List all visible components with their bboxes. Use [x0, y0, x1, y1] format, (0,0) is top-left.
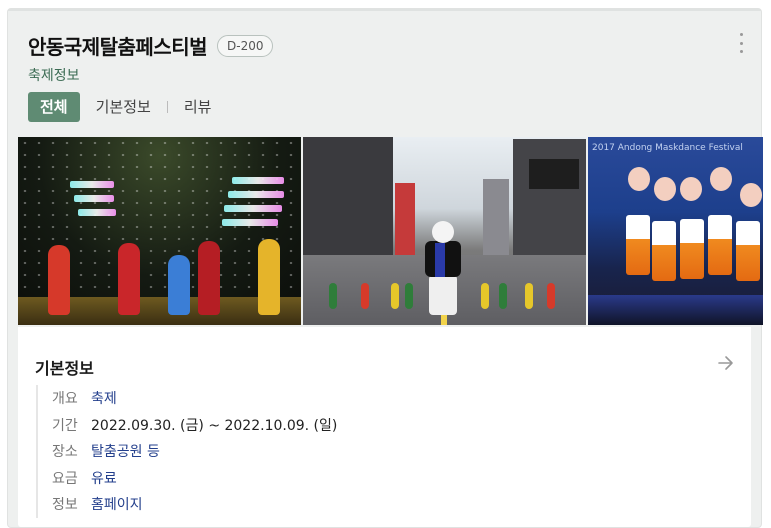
- info-row-period: 기간 2022.09.30. (금) ~ 2022.10.09. (일): [52, 412, 337, 439]
- info-label: 정보: [52, 497, 78, 514]
- photo-banner-text: 2017 Andong Maskdance Festival: [592, 143, 743, 153]
- info-value-overview[interactable]: 축제: [91, 388, 117, 408]
- info-label: 장소: [52, 444, 78, 461]
- basic-info-list: 개요 축제 기간 2022.09.30. (금) ~ 2022.10.09. (…: [36, 385, 337, 518]
- gallery-photo-mask-dancers[interactable]: 2017 Andong Maskdance Festival: [588, 137, 763, 325]
- tab-all[interactable]: 전체: [28, 92, 80, 122]
- photo-gallery: 2017 Andong Maskdance Festival: [18, 137, 763, 325]
- basic-info-title[interactable]: 기본정보: [35, 355, 94, 379]
- basic-info-section: 기본정보 개요 축제 기간 2022.09.30. (금) ~ 2022.10.…: [18, 327, 751, 527]
- info-label: 기간: [52, 417, 78, 434]
- info-row-fee: 요금 유료: [52, 465, 337, 492]
- tab-reviews[interactable]: 리뷰: [184, 92, 212, 122]
- dday-badge: D-200: [217, 34, 274, 57]
- tab-basic-info[interactable]: 기본정보: [96, 92, 151, 122]
- festival-title[interactable]: 안동국제탈춤페스티벌: [28, 31, 208, 60]
- info-row-location: 장소 탈춤공원 등: [52, 438, 337, 465]
- gallery-photo-stage-dance[interactable]: [18, 137, 301, 325]
- more-options-icon[interactable]: [739, 33, 743, 53]
- info-row-overview: 개요 축제: [52, 385, 337, 412]
- info-row-website: 정보 홈페이지: [52, 491, 337, 518]
- homepage-link[interactable]: 홈페이지: [91, 494, 143, 514]
- info-label: 요금: [52, 470, 78, 487]
- festival-card: 안동국제탈춤페스티벌 D-200 축제정보 전체 기본정보 리뷰 2017 An…: [7, 8, 763, 528]
- title-row: 안동국제탈춤페스티벌 D-200: [28, 31, 274, 60]
- arrow-right-icon[interactable]: [717, 355, 735, 371]
- info-value-period: 2022.09.30. (금) ~ 2022.10.09. (일): [91, 417, 338, 434]
- info-value-location[interactable]: 탈춤공원 등: [91, 441, 160, 461]
- gallery-photo-street-parade[interactable]: [303, 137, 586, 325]
- info-value-fee[interactable]: 유료: [91, 468, 117, 488]
- tab-divider: [166, 101, 168, 113]
- category-subtitle: 축제정보: [28, 68, 80, 84]
- card-top-border: [8, 9, 761, 11]
- tab-bar: 전체 기본정보 리뷰: [28, 92, 211, 122]
- info-label: 개요: [52, 391, 78, 408]
